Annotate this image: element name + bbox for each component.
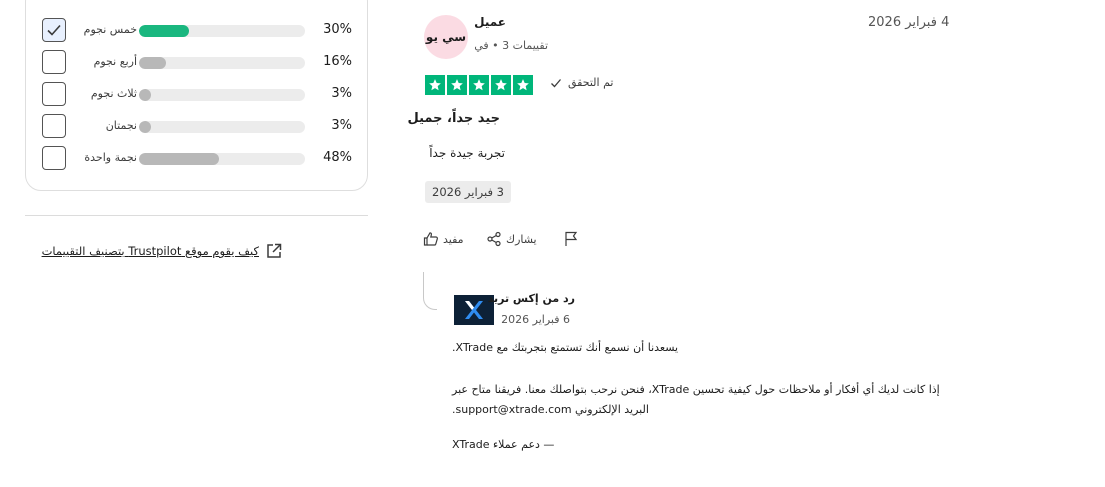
review-actions: مفيد يشارك [423, 231, 583, 251]
review-title: جيد جداً، جميل [407, 111, 500, 126]
avatar-initials: سي يو [425, 30, 467, 44]
reply-paragraph: يسعدنا أن نسمع أنك تستمتع بتجربتك مع XTr… [452, 341, 952, 354]
rating-percent: 3% [331, 118, 352, 133]
rating-bar [139, 25, 305, 37]
trustpilot-rating-info-link[interactable]: كيف يقوم موقع Trustpilot بتصنيف التقييما… [25, 241, 283, 261]
reply-date: 6 فبراير 2026 [501, 313, 570, 326]
rating-bar-fill [139, 121, 151, 133]
check-icon [551, 78, 561, 87]
star-icon [469, 75, 489, 95]
star-icon [513, 75, 533, 95]
share-icon [487, 231, 501, 247]
share-button[interactable]: يشارك [486, 231, 537, 247]
external-link-icon [267, 243, 282, 258]
rating-checkbox-2[interactable] [42, 114, 66, 138]
rating-bar [139, 89, 305, 101]
avatar[interactable]: سي يو [424, 15, 468, 59]
rating-label: نجمة واحدة [84, 151, 137, 164]
xtrade-logo-icon [465, 301, 483, 319]
reviewer-meta: تقييمات 3 • في [474, 39, 548, 52]
report-button[interactable] [563, 231, 579, 247]
star-rating [425, 75, 533, 95]
useful-button[interactable]: مفيد [423, 231, 464, 247]
rating-bar [139, 57, 305, 69]
star-icon [491, 75, 511, 95]
rating-bar [139, 121, 305, 133]
star-icon [447, 75, 467, 95]
experience-date-badge: 3 فبراير 2026 [425, 181, 511, 203]
rating-label: خمس نجوم [83, 23, 137, 36]
star-icon [425, 75, 445, 95]
reply-paragraph-text: يسعدنا أن نسمع أنك تستمتع بتجربتك مع XTr… [452, 341, 679, 354]
rating-percent: 48% [323, 150, 352, 165]
section-divider [25, 215, 368, 216]
rating-checkbox-5[interactable] [42, 18, 66, 42]
review-body: تجربة جيدة جداً [429, 146, 505, 160]
thumbs-up-icon [423, 232, 438, 246]
rating-checkbox-3[interactable] [42, 82, 66, 106]
verified-label: تم التحقق [568, 76, 614, 89]
reply-paragraph-line: إذا كانت لديك أي أفكار أو ملاحظات حول كي… [452, 383, 940, 396]
rating-label: ثلاث نجوم [90, 87, 137, 100]
rating-percent: 16% [323, 54, 352, 69]
reply-signature-text: — دعم عملاء XTrade [452, 438, 555, 451]
flag-icon [565, 231, 578, 246]
rating-bar-fill [139, 25, 189, 37]
rating-checkbox-1[interactable] [42, 146, 66, 170]
rating-row-3[interactable]: ثلاث نجوم 3% [42, 82, 354, 108]
rating-row-1[interactable]: نجمة واحدة 48% [42, 146, 354, 172]
reply-signature: — دعم عملاء XTrade [452, 438, 952, 451]
check-icon [47, 24, 61, 36]
rating-bar-fill [139, 153, 219, 165]
rating-bar [139, 153, 305, 165]
reply-paragraph-line: البريد الإلكتروني support@xtrade.com. [452, 403, 649, 416]
share-label: يشارك [506, 232, 537, 246]
rating-bar-fill [139, 57, 166, 69]
verified-badge[interactable]: تم التحقق [550, 76, 613, 89]
reply-connector [423, 272, 437, 310]
reviewer-name[interactable]: عميل [474, 15, 506, 29]
rating-label: نجمتان [105, 119, 137, 132]
reply-author: رد من إكس تريد [487, 292, 575, 305]
rating-row-5[interactable]: خمس نجوم 30% [42, 18, 354, 44]
rating-checkbox-4[interactable] [42, 50, 66, 74]
trustpilot-link-label: كيف يقوم موقع Trustpilot بتصنيف التقييما… [41, 244, 259, 258]
rating-bar-fill [139, 89, 151, 101]
reply-paragraph: إذا كانت لديك أي أفكار أو ملاحظات حول كي… [452, 380, 952, 420]
review-date: 4 فبراير 2026 [868, 15, 950, 30]
useful-label: مفيد [443, 232, 464, 246]
rating-label: أربع نجوم [93, 55, 137, 68]
rating-percent: 3% [331, 86, 352, 101]
rating-filter-card: خمس نجوم 30% أربع نجوم 16% ثلاث نجوم 3% … [25, 0, 368, 191]
rating-row-2[interactable]: نجمتان 3% [42, 114, 354, 140]
rating-row-4[interactable]: أربع نجوم 16% [42, 50, 354, 76]
rating-percent: 30% [323, 22, 352, 37]
